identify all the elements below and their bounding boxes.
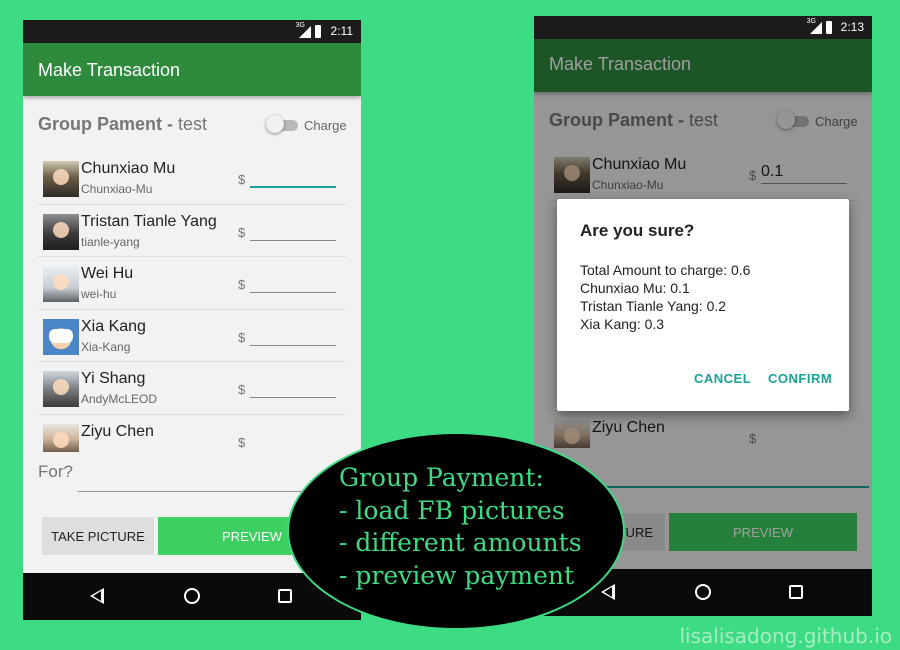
charge-toggle[interactable] xyxy=(266,115,298,133)
status-time: 2:13 xyxy=(840,20,864,34)
annotation-line: Group Payment: xyxy=(339,463,544,492)
avatar xyxy=(43,161,79,197)
currency-symbol: $ xyxy=(238,329,246,345)
group-name: test xyxy=(178,114,208,134)
avatar xyxy=(43,371,79,407)
home-icon[interactable] xyxy=(184,588,200,604)
amount-input[interactable] xyxy=(250,216,336,241)
annotation-text: Group Payment: - load FB pictures - diff… xyxy=(339,462,582,592)
recent-apps-icon[interactable] xyxy=(278,589,292,603)
friend-handle: Chunxiao-Mu xyxy=(81,182,153,196)
friend-row: Tristan Tianle Yang tianle-yang $ xyxy=(38,205,346,257)
friend-list[interactable]: Chunxiao Mu Chunxiao-Mu $ Tristan Tianle… xyxy=(38,152,346,452)
recent-apps-icon[interactable] xyxy=(789,585,803,599)
take-picture-button[interactable]: TAKE PICTURE xyxy=(42,517,154,555)
friend-name: Yi Shang xyxy=(81,370,146,387)
back-icon[interactable] xyxy=(601,584,615,600)
friend-row: Ziyu Chen $ xyxy=(38,415,346,452)
amount-input[interactable] xyxy=(250,269,336,293)
toggle-thumb xyxy=(266,115,284,133)
avatar xyxy=(43,266,79,302)
app-bar-title: Make Transaction xyxy=(23,43,361,96)
group-title: Group Pament - test xyxy=(38,114,207,135)
amount-input[interactable] xyxy=(250,164,336,188)
currency-symbol: $ xyxy=(238,224,246,240)
amount-input[interactable] xyxy=(250,321,336,346)
battery-icon xyxy=(826,21,832,34)
currency-symbol: $ xyxy=(238,172,246,187)
friend-row: Wei Hu wei-hu $ xyxy=(38,257,346,310)
currency-symbol: $ xyxy=(238,277,246,292)
dialog-body: Total Amount to charge: 0.6 Chunxiao Mu:… xyxy=(580,261,750,333)
avatar xyxy=(43,318,79,355)
status-time: 2:11 xyxy=(330,24,353,38)
avatar xyxy=(43,213,79,250)
annotation-oval: Group Payment: - load FB pictures - diff… xyxy=(287,432,625,630)
annotation-line: - load FB pictures xyxy=(339,495,565,525)
signal-icon xyxy=(299,26,311,38)
friend-name: Tristan Tianle Yang xyxy=(81,212,217,230)
cancel-button[interactable]: CANCEL xyxy=(694,371,751,386)
dialog-line: Chunxiao Mu: 0.1 xyxy=(580,280,690,296)
dialog-title: Are you sure? xyxy=(580,221,695,240)
status-bar: 3G 2:11 xyxy=(23,20,361,43)
amount-input[interactable] xyxy=(250,374,336,398)
status-bar: 3G 2:13 xyxy=(534,16,872,39)
friend-handle: AndyMcLEOD xyxy=(81,392,158,406)
for-label: For? xyxy=(38,462,73,481)
avatar xyxy=(43,423,79,452)
currency-symbol: $ xyxy=(238,434,246,450)
signal-icon xyxy=(810,22,822,34)
dialog-line: Tristan Tianle Yang: 0.2 xyxy=(580,298,727,314)
friend-name: Xia Kang xyxy=(81,317,146,335)
friend-name: Chunxiao Mu xyxy=(81,160,176,177)
friend-handle: tianle-yang xyxy=(81,234,140,249)
group-label: Group Pament - xyxy=(38,114,179,134)
battery-icon xyxy=(315,25,321,38)
annotation-line: - different amounts xyxy=(339,528,582,557)
friend-row: Chunxiao Mu Chunxiao-Mu $ xyxy=(38,152,346,205)
watermark: lisalisadong.github.io xyxy=(679,624,892,648)
confirm-dialog: Are you sure? Total Amount to charge: 0.… xyxy=(557,199,849,411)
home-icon[interactable] xyxy=(695,584,711,600)
annotation-line: - preview payment xyxy=(339,560,575,590)
charge-label: Charge xyxy=(304,118,347,133)
friend-name: Ziyu Chen xyxy=(81,422,154,440)
dialog-line: Xia Kang: 0.3 xyxy=(580,316,665,332)
friend-handle: Xia-Kang xyxy=(81,339,131,354)
back-icon[interactable] xyxy=(90,588,104,604)
friend-name: Wei Hu xyxy=(81,265,134,282)
dialog-line: Total Amount to charge: 0.6 xyxy=(580,262,751,278)
currency-symbol: $ xyxy=(238,382,246,397)
friend-row: Yi Shang AndyMcLEOD $ xyxy=(38,362,346,415)
friend-handle: wei-hu xyxy=(81,287,117,301)
friend-row: Xia Kang Xia-Kang $ xyxy=(38,310,346,362)
confirm-button[interactable]: CONFIRM xyxy=(768,371,832,386)
